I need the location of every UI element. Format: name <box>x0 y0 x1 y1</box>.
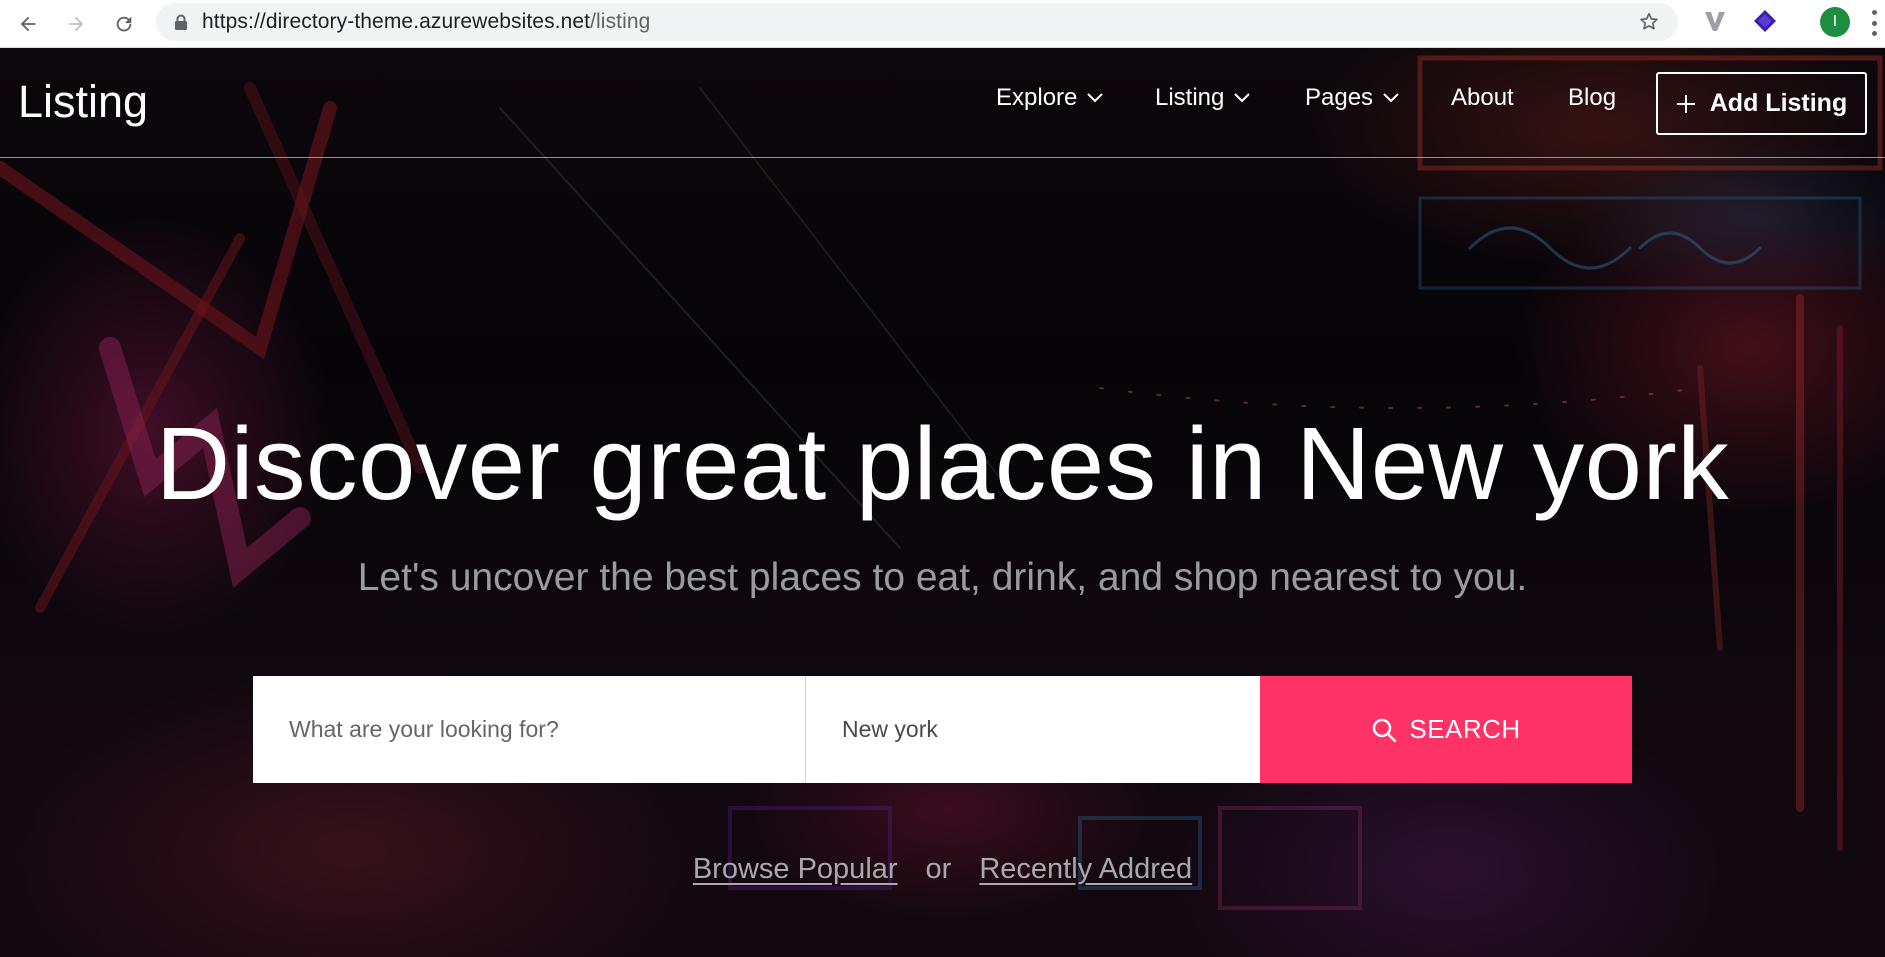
arrow-right-icon <box>68 16 84 32</box>
hero-section: Listing Explore Listing Pages About Blog… <box>0 48 1885 957</box>
what-search-input[interactable] <box>253 676 806 783</box>
nav-listing[interactable]: Listing <box>1155 84 1251 112</box>
lock-icon <box>175 14 187 30</box>
search-button[interactable]: SEARCH <box>1260 676 1632 783</box>
browse-or-text: or <box>925 853 952 885</box>
search-button-label: SEARCH <box>1409 714 1521 744</box>
hero-title: Discover great places in New york <box>155 406 1730 521</box>
nav-blog-label: Blog <box>1568 84 1617 111</box>
extension-v-icon[interactable] <box>1702 8 1728 34</box>
extension-diamond-icon[interactable] <box>1752 8 1778 34</box>
forward-button[interactable] <box>52 0 100 48</box>
nav-blog[interactable]: Blog <box>1568 84 1616 112</box>
reload-icon <box>116 16 132 32</box>
add-listing-label: Add Listing <box>1709 89 1848 117</box>
hero-subtitle: Let's uncover the best places to eat, dr… <box>357 556 1528 599</box>
browser-toolbar: https://directory-theme.azurewebsites.ne… <box>0 0 1885 48</box>
location-input[interactable] <box>806 676 1260 783</box>
arrow-left-icon <box>20 16 36 32</box>
reload-button[interactable] <box>100 0 148 48</box>
chevron-down-icon <box>1234 93 1251 103</box>
nav-pages[interactable]: Pages <box>1305 84 1399 112</box>
back-button[interactable] <box>4 0 52 48</box>
site-header: Listing Explore Listing Pages About Blog… <box>0 48 1885 158</box>
browse-links: Browse Popular or Recently Addred <box>0 853 1885 886</box>
address-bar[interactable]: https://directory-theme.azurewebsites.ne… <box>156 3 1678 41</box>
chevron-down-icon <box>1087 93 1104 103</box>
nav-pages-label: Pages <box>1305 84 1374 111</box>
url-text: https://directory-theme.azurewebsites.ne… <box>202 10 650 34</box>
profile-avatar[interactable]: I <box>1820 7 1850 37</box>
nav-explore-label: Explore <box>996 84 1078 111</box>
plus-icon <box>1676 94 1695 113</box>
site-logo[interactable]: Listing <box>18 76 148 128</box>
bookmark-star-icon[interactable] <box>1638 11 1660 33</box>
nav-explore[interactable]: Explore <box>996 84 1104 112</box>
nav-about-label: About <box>1451 84 1514 111</box>
chevron-down-icon <box>1383 93 1399 103</box>
recently-added-link[interactable]: Recently Addred <box>979 853 1192 886</box>
nav-listing-label: Listing <box>1155 84 1225 111</box>
browser-menu-icon[interactable] <box>1872 10 1878 36</box>
url-host: https://directory-theme.azurewebsites.ne… <box>202 10 591 33</box>
url-path: /listing <box>590 10 651 33</box>
nav-about[interactable]: About <box>1451 84 1514 112</box>
browse-popular-link[interactable]: Browse Popular <box>693 853 898 886</box>
add-listing-button[interactable]: Add Listing <box>1656 72 1867 135</box>
search-icon <box>1373 718 1397 742</box>
search-form: SEARCH <box>253 676 1632 783</box>
